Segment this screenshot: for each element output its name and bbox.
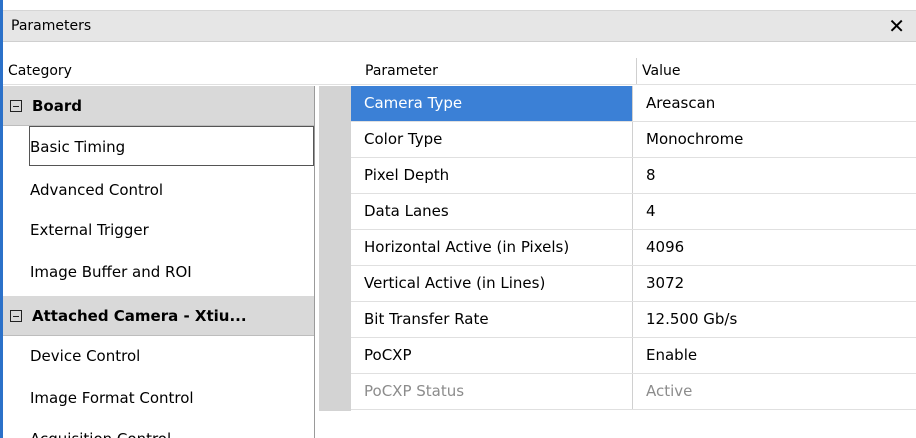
param-row-vertical-active[interactable]: Vertical Active (in Lines) 3072 — [351, 266, 916, 302]
window-title: Parameters — [11, 18, 92, 34]
param-name: Pixel Depth — [351, 158, 633, 193]
param-row-horizontal-active[interactable]: Horizontal Active (in Pixels) 4096 — [351, 230, 916, 266]
category-item-image-buffer-roi[interactable]: Image Buffer and ROI — [3, 252, 314, 292]
parameter-column-header[interactable]: Parameter — [360, 58, 636, 84]
category-item-label: Acquisition Control — [30, 430, 171, 438]
param-name: PoCXP — [351, 338, 633, 373]
param-row-bit-transfer-rate[interactable]: Bit Transfer Rate 12.500 Gb/s — [351, 302, 916, 338]
value-column-header[interactable]: Value — [636, 58, 916, 84]
category-group-attached-camera[interactable]: Attached Camera - Xtiu... — [3, 296, 314, 336]
param-value[interactable]: 4 — [633, 194, 916, 229]
param-row-camera-type[interactable]: Camera Type Areascan — [351, 86, 916, 122]
header-divider — [3, 84, 916, 85]
category-group-label: Attached Camera - Xtiu... — [32, 307, 247, 325]
category-item-label: Image Buffer and ROI — [30, 263, 192, 281]
category-item-advanced-control[interactable]: Advanced Control — [3, 170, 314, 210]
param-value[interactable]: 12.500 Gb/s — [633, 302, 916, 337]
param-name: PoCXP Status — [351, 374, 633, 409]
close-icon[interactable]: ✕ — [888, 14, 905, 38]
category-item-acquisition-control[interactable]: Acquisition Control — [3, 419, 314, 438]
category-item-label: Image Format Control — [30, 389, 194, 407]
category-group-board[interactable]: Board — [3, 86, 314, 126]
param-name: Camera Type — [351, 86, 633, 121]
param-row-pixel-depth[interactable]: Pixel Depth 8 — [351, 158, 916, 194]
param-value[interactable]: 3072 — [633, 266, 916, 301]
param-row-pocxp[interactable]: PoCXP Enable — [351, 338, 916, 374]
category-item-basic-timing[interactable]: Basic Timing — [29, 126, 314, 166]
param-value[interactable]: Areascan — [633, 86, 916, 121]
category-item-label: Basic Timing — [30, 138, 126, 156]
param-name: Bit Transfer Rate — [351, 302, 633, 337]
param-row-pocxp-status: PoCXP Status Active — [351, 374, 916, 410]
param-name: Data Lanes — [351, 194, 633, 229]
category-item-label: Device Control — [30, 347, 141, 365]
param-value[interactable]: 8 — [633, 158, 916, 193]
category-item-label: Advanced Control — [30, 181, 164, 199]
category-item-label: External Trigger — [30, 221, 149, 239]
parameter-grid: Camera Type Areascan Color Type Monochro… — [319, 86, 916, 438]
param-value[interactable]: Enable — [633, 338, 916, 373]
category-item-external-trigger[interactable]: External Trigger — [3, 210, 314, 250]
param-name: Vertical Active (in Lines) — [351, 266, 633, 301]
collapse-icon[interactable] — [10, 310, 22, 322]
row-gutter — [319, 86, 351, 411]
column-headers: Category Parameter Value — [3, 58, 916, 85]
category-item-image-format-control[interactable]: Image Format Control — [3, 378, 314, 418]
param-name: Horizontal Active (in Pixels) — [351, 230, 633, 265]
category-item-device-control[interactable]: Device Control — [3, 336, 314, 376]
category-group-label: Board — [32, 97, 82, 115]
param-name: Color Type — [351, 122, 633, 157]
param-value[interactable]: 4096 — [633, 230, 916, 265]
param-row-color-type[interactable]: Color Type Monochrome — [351, 122, 916, 158]
category-tree: Board Basic Timing Advanced Control Exte… — [3, 86, 315, 438]
param-value: Active — [646, 382, 693, 400]
collapse-icon[interactable] — [10, 100, 22, 112]
parameters-title-bar: Parameters ✕ — [3, 10, 916, 42]
param-value[interactable]: Monochrome — [633, 122, 916, 157]
category-column-header[interactable]: Category — [3, 58, 315, 84]
param-row-data-lanes[interactable]: Data Lanes 4 — [351, 194, 916, 230]
